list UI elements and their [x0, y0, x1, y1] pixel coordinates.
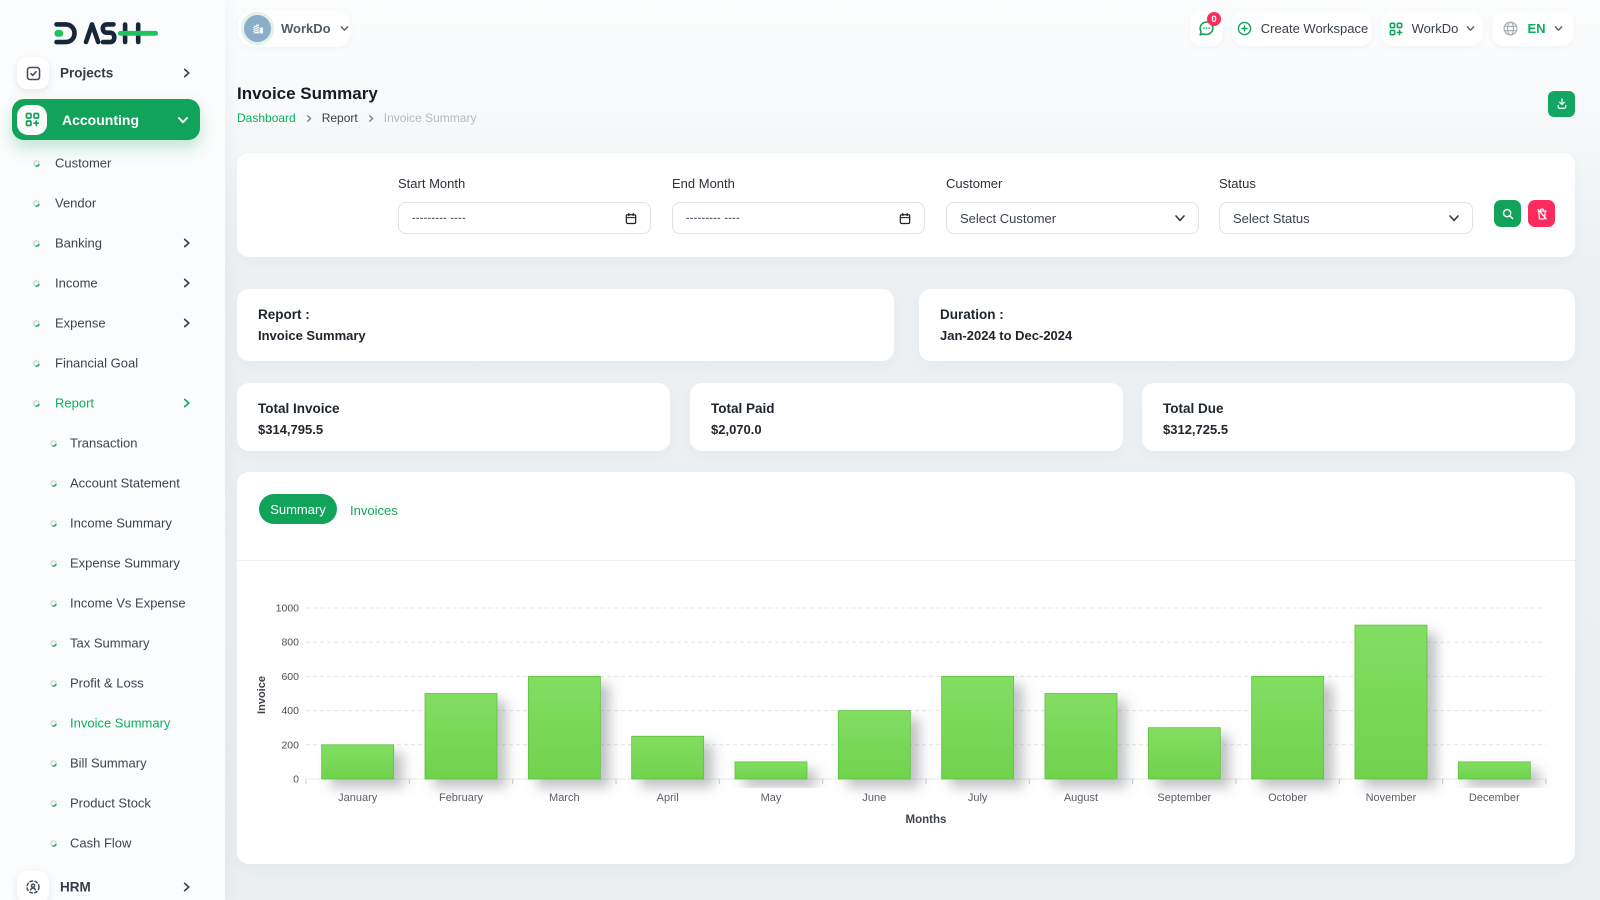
svg-text:December: December: [1469, 792, 1520, 804]
svg-text:September: September: [1157, 792, 1211, 804]
svg-text:October: October: [1268, 792, 1307, 804]
svg-text:May: May: [761, 792, 782, 804]
svg-text:November: November: [1366, 792, 1417, 804]
svg-text:0: 0: [293, 774, 299, 786]
svg-text:600: 600: [281, 671, 299, 683]
svg-text:February: February: [439, 792, 484, 804]
svg-text:June: June: [862, 792, 886, 804]
svg-text:Invoice: Invoice: [256, 676, 268, 714]
svg-text:April: April: [657, 792, 679, 804]
svg-text:1000: 1000: [276, 603, 300, 615]
svg-text:400: 400: [281, 705, 299, 717]
svg-text:March: March: [549, 792, 580, 804]
svg-text:200: 200: [281, 739, 299, 751]
svg-text:July: July: [968, 792, 988, 804]
svg-text:Months: Months: [906, 814, 947, 826]
svg-text:August: August: [1064, 792, 1098, 804]
svg-text:January: January: [338, 792, 378, 804]
svg-text:800: 800: [281, 637, 299, 649]
